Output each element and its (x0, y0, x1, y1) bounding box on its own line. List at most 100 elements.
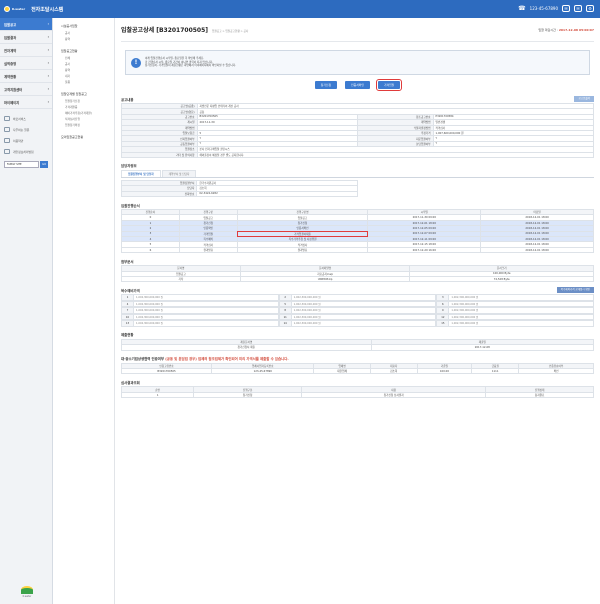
page-title: 입찰공고상세 [B3201700505] 입찰공고 > 입찰공고현황 > 공사 (121, 25, 248, 34)
bid-button[interactable]: 가격입찰 (375, 79, 403, 91)
table-cell: 2017-12-29 16:00 (367, 246, 482, 254)
table-cell: B3201700505 (120, 368, 213, 375)
prices-grid: 1 1,002,300,000,000 원 2 1,002,300,000,000 원… (121, 294, 594, 327)
submenu-item[interactable]: 물품 (65, 80, 114, 84)
price-open-button[interactable]: 복수예비가격 공개일시 확인 (556, 287, 594, 294)
sme-title: 대·중소기업상생협력 인증여부 (공동 및 분담업 경우) 업체의 참조업체가 … (121, 355, 594, 363)
family-site-select[interactable]: FAMILY SITE (4, 160, 40, 168)
files-title: 첨부문서 (121, 257, 594, 265)
page-title-text: 입찰공고상세 [B3201700505] (121, 27, 209, 34)
sidebar-item-bid-notice[interactable]: 입찰공고 › (0, 18, 52, 31)
price-value: 1,002,300,000,000 원 (449, 301, 593, 307)
schedule-title: 입찰진행순서 (121, 201, 594, 209)
sidebar-item-bid-result[interactable]: 입찰결과 › (0, 31, 52, 44)
phone-number: 123-45-67890 (529, 6, 558, 11)
submenu-item[interactable]: 입찰참가확정 (65, 123, 114, 127)
app-title: 전자조달시스템 (31, 6, 64, 13)
action-buttons: 참가신청 인증서확인 가격입찰 (121, 79, 594, 91)
link-label: 바로서비스 (13, 116, 26, 121)
table-cell: 기타 (121, 275, 241, 283)
sidebar-item-mypage[interactable]: 마이페이지 › (0, 96, 52, 109)
table-cell: 대한업체 (313, 368, 371, 375)
contact-tabs: 입찰진행부서 및 담당자 계약부서 및 담당자 (121, 169, 594, 178)
table-cell: UNIMOP.zip (239, 275, 411, 283)
chevron-right-icon: › (47, 48, 49, 52)
table-cell: 결과발표 (178, 246, 238, 254)
print-button[interactable]: 공고문출력 (574, 96, 594, 102)
deadline-label: 입찰 마감시간 : (538, 27, 559, 32)
price-number: 3 (437, 295, 450, 300)
notice-box: ! 아래 입찰진행순서 시작일, 종료일을 꼭 확인해 주세요. 각 진행순서 … (125, 50, 590, 75)
submenu-item[interactable]: 공사 (65, 62, 114, 66)
result-title: 심사결과조회 (121, 378, 594, 386)
detail-row: 기타 및 유의사항 해외출장이 예정될 경우 별도 공지합니다. (121, 151, 595, 158)
kwater-logo-icon (4, 6, 10, 12)
submenu-item[interactable]: 용역 (65, 37, 114, 41)
table-cell: 결과발표 (236, 246, 369, 254)
section-title-text: 입찰진행순서 (121, 203, 140, 208)
chevron-right-icon: › (47, 35, 49, 39)
table-cell: 2017-12-08 (370, 344, 595, 351)
terms-icon (4, 138, 10, 143)
top-bar: K-water 전자조달시스템 ☎ 123-45-67890 ✉ ✉ ⚙ (0, 0, 600, 18)
sidebar-item-e-contract[interactable]: 전자계약 › (0, 44, 52, 57)
price-number: 10 (122, 314, 134, 320)
quick-service-link[interactable]: 바로서비스 (0, 113, 52, 124)
apply-button[interactable]: 참가신청 (314, 81, 338, 89)
terms-link[interactable]: 이용약관 (0, 135, 52, 146)
footer-logo: K-water (3, 586, 51, 598)
submenu: 시설공사입찰 공사 용역 입찰공고현황 전체 공사 용역 내자 물품 입찰단계별… (53, 18, 115, 604)
submenu-item[interactable]: 전체 (65, 56, 114, 60)
privacy-link[interactable]: 개인정보처리방침 (0, 146, 52, 157)
price-value: 1,002,300,000,000 원 (291, 308, 436, 313)
schedule-table: 진행순서 진행구분 진행구분명 시작일 마감일 0 입찰공고 입찰공고 2017-11-30 … (121, 209, 594, 254)
mail-icon[interactable]: ✉ (562, 5, 570, 12)
logo[interactable]: K-water 전자조달시스템 (4, 3, 63, 15)
status-title: 제출현황 (121, 331, 594, 339)
table-row[interactable]: B3201700505 123-45-67890 대한업체 김소희 100.00 1111… (120, 368, 594, 375)
price-number: 14 (279, 321, 292, 326)
deadline-value: 2017-12-08 05:00:07 (558, 27, 594, 32)
contact-table: 입찰집행부서 한국수자원공사 담당자 김소희 전화번호 02-3424-6282 (120, 179, 358, 198)
sidebar-item-support[interactable]: 고객지원센터 › (0, 83, 52, 96)
submenu-item[interactable]: 내자 (65, 74, 114, 78)
view-cert-button[interactable]: 인증서확인 (345, 81, 370, 89)
table-row[interactable]: 참가신청서 제출 2017-12-08 (121, 344, 595, 351)
status-table: 제출문서명 제출일 참가신청서 제출 2017-12-08 (121, 338, 595, 351)
section-title-text: 제출현황 (121, 333, 134, 338)
tab-bid-dept[interactable]: 입찰진행부서 및 담당자 (121, 169, 161, 177)
section-title-text: 대·중소기업상생협력 인증여부 (121, 357, 165, 362)
table-cell: 김소희 (369, 368, 418, 375)
table-row[interactable]: 기타 UNIMOP.zip 74,528 Byte (121, 275, 594, 283)
prices-title: 복수예비가격 복수예비가격 공개일시 확인 (121, 286, 594, 294)
notice-detail-title: 공고내용 공고문출력 (121, 95, 594, 103)
mail-icon[interactable]: ✉ (574, 5, 582, 12)
submenu-item[interactable]: 용역 (65, 68, 114, 72)
sidebar-item-label: 계약현황 (4, 74, 17, 79)
submenu-group[interactable]: 입찰공고현황 (61, 49, 114, 53)
tab-contract-dept[interactable]: 계약부서 및 담당자 (161, 169, 197, 177)
sidebar-item-performance[interactable]: 실적증명 › (0, 57, 52, 70)
sidebar-item-contract-status[interactable]: 계약현황 › (0, 70, 52, 83)
faq-icon (4, 127, 10, 132)
submenu-item[interactable]: 예비가격추첨(가격개찰) (65, 111, 114, 115)
submenu-item[interactable]: 입찰참가신청 (65, 99, 114, 103)
section-title-text: 심사결과조회 (121, 380, 140, 385)
price-number: 11 (279, 314, 292, 320)
contact-row: 전화번호 02-3424-6282 (120, 190, 358, 198)
family-site-go-button[interactable]: GO (40, 160, 48, 168)
price-cell: 14 1,002,300,000,000 원 (278, 320, 437, 327)
faq-link[interactable]: 자주하는 질문 (0, 124, 52, 135)
price-number: 4 (122, 301, 134, 307)
submenu-item[interactable]: 공사 (65, 31, 114, 35)
settings-icon[interactable]: ⚙ (586, 5, 594, 12)
submenu-item[interactable]: 적격심사진행 (65, 117, 114, 121)
sidebar-item-label: 입찰결과 (4, 35, 17, 40)
section-title-text: 첨부문서 (121, 259, 134, 264)
submenu-group[interactable]: 입찰단계별 입찰공고 (61, 92, 114, 96)
table-row[interactable]: 6 결과발표 결과발표 2017-12-29 16:00 2018-12-01 18:0… (121, 246, 594, 254)
table-row[interactable]: 1 참가신청 참가신청 심사결과 통과완료 (120, 391, 594, 399)
submenu-group[interactable]: 시설공사입찰 (61, 24, 114, 28)
submenu-group[interactable]: 모의입찰공고현황 (61, 135, 114, 139)
submenu-item[interactable]: 가격개찰중 (65, 105, 114, 109)
